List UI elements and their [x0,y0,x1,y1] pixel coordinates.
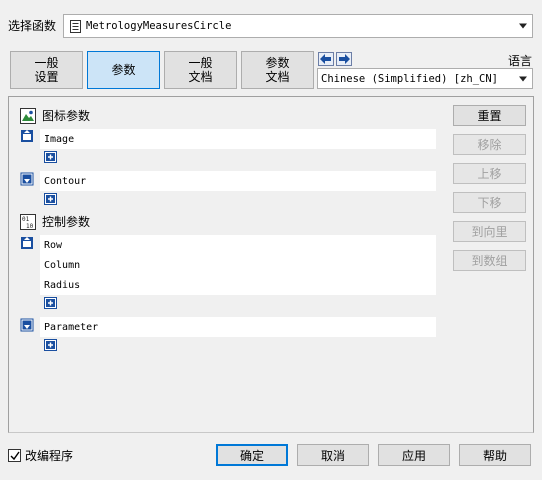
output-param-icon [20,172,34,186]
modify-program-label: 改编程序 [25,449,74,463]
chevron-down-icon[interactable] [519,76,527,81]
control-group1-box[interactable]: Row Column Radius [40,235,436,295]
param-row-radius[interactable]: Radius [40,275,436,295]
add-param-icon[interactable] [44,297,57,309]
svg-text:01: 01 [22,216,30,223]
input-param-icon [21,130,33,142]
prev-tab-button[interactable] [318,52,334,66]
parameters-panel: 图标参数 Image Contour 01 10 控制参数 Row Column… [8,96,534,433]
remove-button[interactable]: 移除 [453,134,526,155]
image-params-icon [20,107,36,124]
document-icon [70,19,81,33]
cancel-button[interactable]: 取消 [297,444,369,466]
language-value: Chinese (Simplified) [zh_CN] [321,72,499,85]
arrow-right-icon [339,54,350,64]
chevron-down-icon[interactable] [519,23,527,29]
control-params-icon: 01 10 [20,213,36,230]
param-row-column[interactable]: Column [40,255,436,275]
control-params-header: 01 10 控制参数 [20,213,90,230]
param-row-contour[interactable]: Contour [40,171,436,191]
language-label: 语言 [507,54,532,68]
modify-program-checkbox[interactable] [8,449,21,462]
move-down-button[interactable]: 下移 [453,192,526,213]
input-param-icon [21,237,33,249]
control-params-title: 控制参数 [42,215,91,229]
move-up-button[interactable]: 上移 [453,163,526,184]
ok-button[interactable]: 确定 [216,444,288,466]
next-tab-button[interactable] [336,52,352,66]
tab-general-settings[interactable]: 一般 设置 [10,51,83,89]
tab-general-docs[interactable]: 一般 文档 [164,51,237,89]
control-group2-box[interactable]: Parameter [40,317,436,337]
svg-text:10: 10 [26,223,34,230]
iconic-params-title: 图标参数 [42,109,91,123]
image-param-box[interactable]: Image [40,129,436,149]
iconic-params-header: 图标参数 [20,107,90,124]
to-vector-button[interactable]: 到向里 [453,221,526,242]
tab-parameter-docs[interactable]: 参数 文档 [241,51,314,89]
help-button[interactable]: 帮助 [459,444,531,466]
param-row-image[interactable]: Image [40,129,436,149]
add-param-icon[interactable] [44,339,57,351]
language-select[interactable]: Chinese (Simplified) [zh_CN] [317,68,533,89]
contour-param-box[interactable]: Contour [40,171,436,191]
output-param-icon [20,318,34,332]
function-select[interactable]: MetrologyMeasuresCircle [63,14,533,38]
checkmark-icon [10,451,20,460]
function-value: MetrologyMeasuresCircle [86,20,232,32]
tab-parameters[interactable]: 参数 [87,51,160,89]
arrow-left-icon [320,54,331,64]
add-param-icon[interactable] [44,151,57,163]
reset-button[interactable]: 重置 [453,105,526,126]
select-function-label: 选择函数 [8,19,57,33]
add-param-icon[interactable] [44,193,57,205]
param-row-parameter[interactable]: Parameter [40,317,436,337]
modify-program-option[interactable]: 改编程序 [8,447,73,464]
apply-button[interactable]: 应用 [378,444,450,466]
param-row-row[interactable]: Row [40,235,436,255]
to-array-button[interactable]: 到数组 [453,250,526,271]
